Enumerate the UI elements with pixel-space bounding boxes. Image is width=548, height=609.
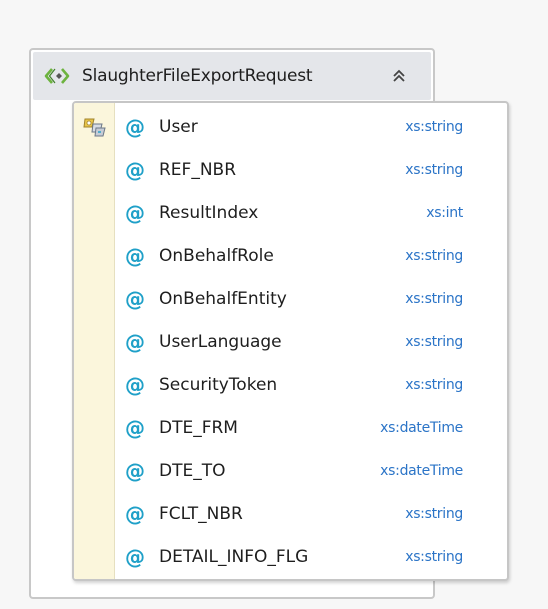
attribute-type: xs:string xyxy=(405,334,463,350)
attribute-row[interactable]: @ DTE_TO xs:dateTime xyxy=(114,450,507,493)
attribute-type: xs:dateTime xyxy=(380,420,463,436)
attribute-group-icon xyxy=(82,115,108,139)
attribute-name: REF_NBR xyxy=(159,160,237,180)
attribute-type: xs:string xyxy=(405,162,463,178)
attribute-row[interactable]: @ FCLT_NBR xs:string xyxy=(114,493,507,536)
attribute-name: DTE_FRM xyxy=(159,418,238,438)
attribute-at-icon: @ xyxy=(125,416,145,440)
attribute-at-icon: @ xyxy=(125,459,145,483)
attribute-row[interactable]: @ DTE_FRM xs:dateTime xyxy=(114,407,507,450)
attribute-group-gutter xyxy=(74,103,115,579)
double-chevron-up-icon[interactable] xyxy=(387,64,411,88)
attribute-name: FCLT_NBR xyxy=(159,504,243,524)
attribute-type: xs:int xyxy=(426,205,463,221)
attribute-at-icon: @ xyxy=(125,545,145,569)
attribute-name: User xyxy=(159,117,198,137)
attribute-name: SecurityToken xyxy=(159,375,278,395)
attribute-row[interactable]: @ UserLanguage xs:string xyxy=(114,321,507,364)
attribute-type: xs:string xyxy=(405,377,463,393)
attribute-at-icon: @ xyxy=(125,201,145,225)
attribute-group-panel[interactable]: @ User xs:string @ REF_NBR xs:string @ ResultIn… xyxy=(72,101,509,581)
attribute-name: OnBehalfEntity xyxy=(159,289,287,309)
attribute-type: xs:string xyxy=(405,248,463,264)
element-title: SlaughterFileExportRequest xyxy=(82,66,313,86)
element-header[interactable]: SlaughterFileExportRequest xyxy=(33,52,431,100)
schema-canvas: SlaughterFileExportRequest @ User xs:str… xyxy=(0,0,548,609)
attribute-type: xs:string xyxy=(405,291,463,307)
element-icon xyxy=(43,64,71,88)
attribute-row[interactable]: @ REF_NBR xs:string xyxy=(114,149,507,192)
attribute-at-icon: @ xyxy=(125,115,145,139)
attribute-row[interactable]: @ DETAIL_INFO_FLG xs:string xyxy=(114,536,507,579)
attribute-type: xs:dateTime xyxy=(380,463,463,479)
attribute-type: xs:string xyxy=(405,549,463,565)
attribute-name: UserLanguage xyxy=(159,332,282,352)
attribute-name: OnBehalfRole xyxy=(159,246,274,266)
attribute-row[interactable]: @ SecurityToken xs:string xyxy=(114,364,507,407)
attribute-name: ResultIndex xyxy=(159,203,259,223)
attribute-at-icon: @ xyxy=(125,373,145,397)
attribute-at-icon: @ xyxy=(125,502,145,526)
attribute-name: DETAIL_INFO_FLG xyxy=(159,547,309,567)
attribute-row[interactable]: @ ResultIndex xs:int xyxy=(114,192,507,235)
attribute-row[interactable]: @ OnBehalfEntity xs:string xyxy=(114,278,507,321)
attribute-at-icon: @ xyxy=(125,330,145,354)
attribute-at-icon: @ xyxy=(125,158,145,182)
attribute-at-icon: @ xyxy=(125,244,145,268)
attribute-type: xs:string xyxy=(405,119,463,135)
attribute-name: DTE_TO xyxy=(159,461,226,481)
attribute-row[interactable]: @ User xs:string xyxy=(114,106,507,149)
attribute-type: xs:string xyxy=(405,506,463,522)
attribute-row[interactable]: @ OnBehalfRole xs:string xyxy=(114,235,507,278)
attribute-at-icon: @ xyxy=(125,287,145,311)
